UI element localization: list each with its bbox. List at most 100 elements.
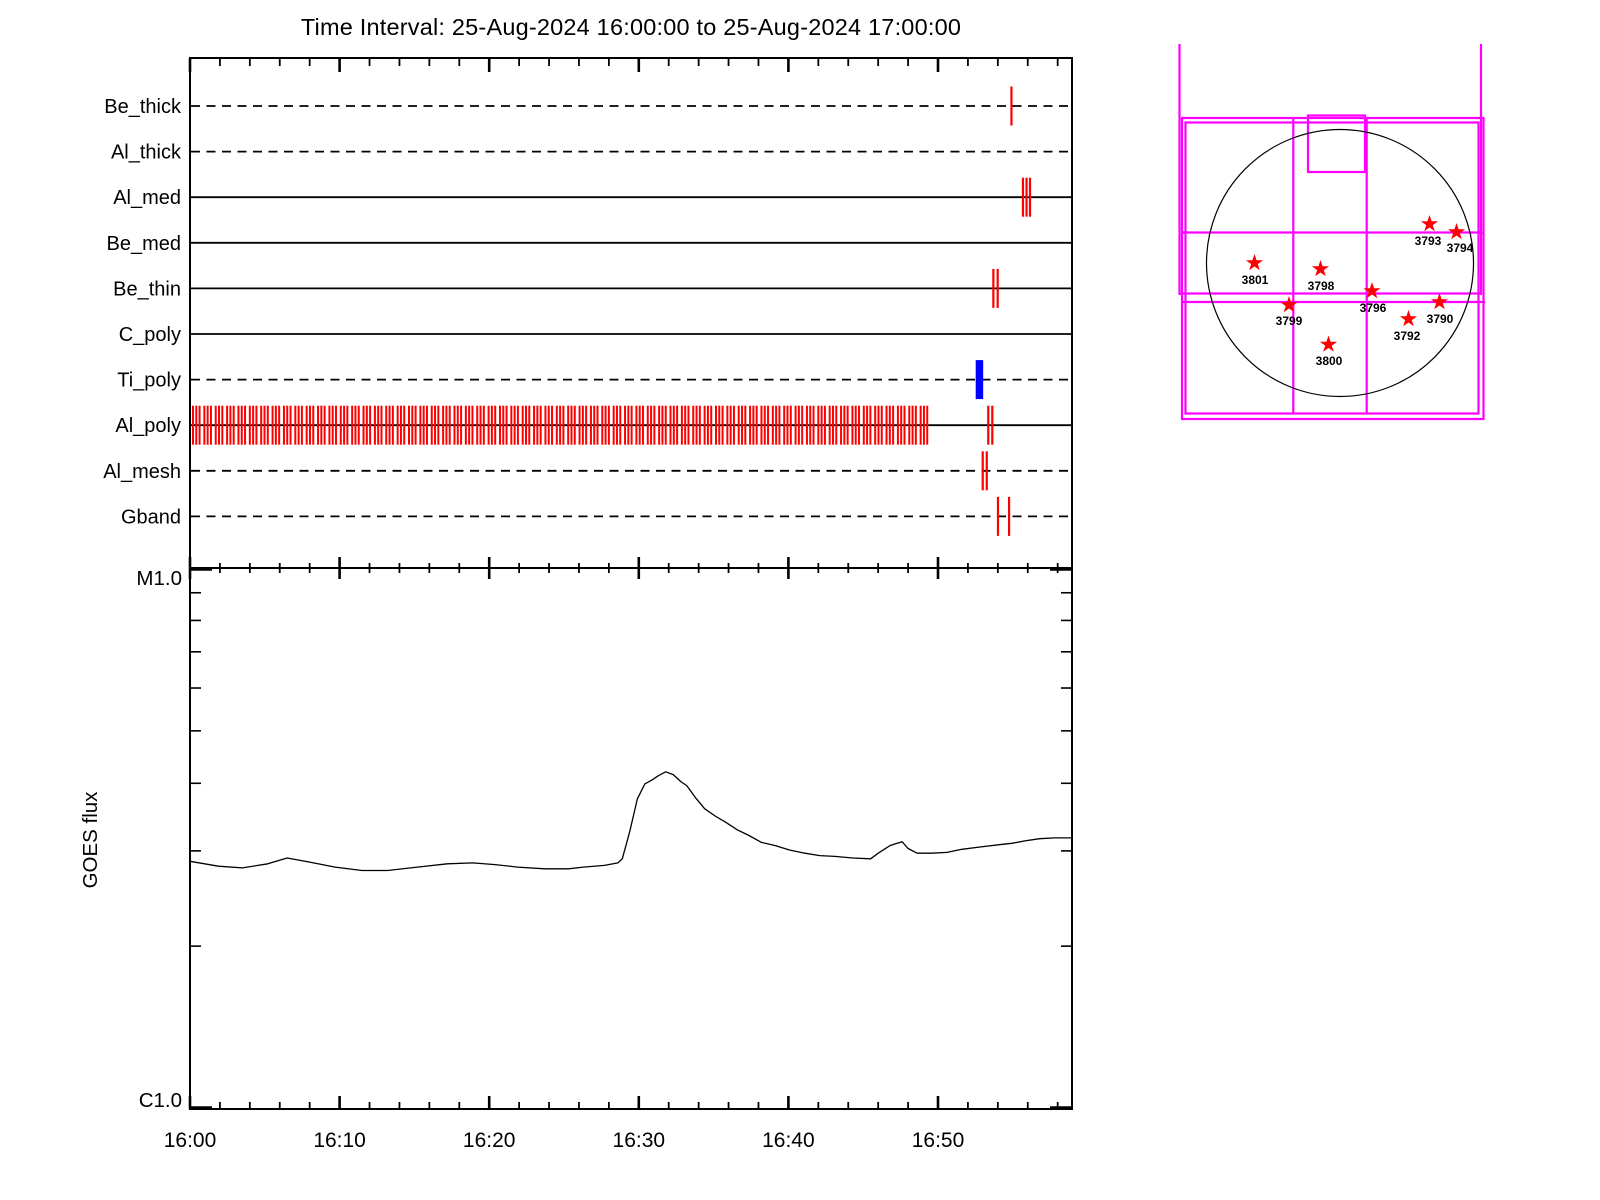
exposure-tick <box>206 405 209 445</box>
exposure-tick <box>596 405 599 445</box>
exposure-tick <box>391 405 394 445</box>
exposure-tick <box>445 405 448 445</box>
exposure-tick <box>669 405 672 445</box>
exposure-tick <box>354 405 357 445</box>
exposure-tick <box>658 405 661 445</box>
exposure-tick <box>698 405 701 445</box>
plot-canvas: Be_thick Al_thick Al_med Be_med Be_thin C_pol… <box>79 44 1485 1152</box>
exposure-tick <box>430 405 433 445</box>
exposure-tick <box>615 405 618 445</box>
exposure-tick <box>578 405 581 445</box>
exposure-tick <box>195 405 198 445</box>
exposure-tick <box>357 405 360 445</box>
active-region-label: 3792 <box>1394 329 1421 343</box>
exposure-tick <box>767 405 770 445</box>
exposure-tick <box>828 405 831 445</box>
exposure-tick <box>339 405 342 445</box>
fov-box <box>1180 116 1485 421</box>
active-region-label: 3790 <box>1427 312 1454 326</box>
exposure-tick <box>464 405 467 445</box>
exposure-tick <box>191 405 194 445</box>
exposure-tick <box>831 405 834 445</box>
exposure-tick <box>505 405 508 445</box>
exposure-tick <box>362 405 365 445</box>
exposure-tick <box>703 405 706 445</box>
exposure-tick <box>555 405 558 445</box>
exposure-tick <box>434 405 437 445</box>
exposure-tick <box>403 405 406 445</box>
exposure-tick <box>624 405 627 445</box>
exposure-tick <box>817 405 820 445</box>
exposure-tick <box>778 405 781 445</box>
exposure-tick <box>630 405 633 445</box>
exposure-tick <box>820 405 823 445</box>
exposure-tick <box>877 405 880 445</box>
exposure-tick <box>214 405 217 445</box>
exposure-tick <box>516 405 519 445</box>
exposure-tick <box>521 405 524 445</box>
exposure-tick <box>991 405 994 445</box>
exposure-tick <box>547 405 550 445</box>
exposure-tick <box>589 405 592 445</box>
x-axis-label: 16:10 <box>313 1129 366 1152</box>
exposure-tick <box>635 405 638 445</box>
exposure-tick <box>468 405 471 445</box>
exposure-tick <box>752 405 755 445</box>
exposure-tick <box>749 405 752 445</box>
exposure-tick <box>914 405 917 445</box>
exposure-tick <box>248 405 251 445</box>
exposure-tick <box>718 405 721 445</box>
exposure-tick <box>612 405 615 445</box>
exposure-tick <box>448 405 451 445</box>
exposure-tick <box>664 405 667 445</box>
exposure-tick <box>741 405 744 445</box>
exposure-tick <box>908 405 911 445</box>
active-region-star <box>1245 254 1264 271</box>
exposure-tick <box>282 405 285 445</box>
exposure-tick <box>317 405 320 445</box>
exposure-tick <box>425 405 428 445</box>
exposure-tick <box>607 405 610 445</box>
filter-row-label: Gband <box>121 506 181 528</box>
exposure-tick <box>714 405 717 445</box>
exposure-tick <box>308 405 311 445</box>
exposure-tick <box>408 405 411 445</box>
exposure-tick <box>919 405 922 445</box>
exposure-tick <box>695 405 698 445</box>
exposure-tick <box>721 405 724 445</box>
exposure-tick <box>252 405 255 445</box>
exposure-tick <box>244 405 247 445</box>
exposure-tick <box>559 405 562 445</box>
exposure-tick <box>650 405 653 445</box>
filter-row-label: Al_poly <box>115 415 181 437</box>
exposure-tick <box>763 405 766 445</box>
exposure-tick <box>789 405 792 445</box>
exposure-tick <box>460 405 463 445</box>
exposure-tick <box>692 405 695 445</box>
exposure-tick <box>255 405 258 445</box>
exposure-tick <box>294 405 297 445</box>
exposure-tick <box>880 405 883 445</box>
exposure-tick <box>494 405 497 445</box>
exposure-tick <box>476 405 479 445</box>
exposure-tick <box>562 405 565 445</box>
exposure-tick <box>710 405 713 445</box>
y-axis-title: GOES flux <box>79 791 102 889</box>
active-region-label: 3798 <box>1308 279 1335 293</box>
exposure-tick <box>226 405 229 445</box>
exposure-tick <box>661 405 664 445</box>
exposure-tick <box>1028 177 1032 217</box>
active-region-star <box>1319 335 1338 352</box>
exposure-tick <box>399 405 402 445</box>
exposure-tick <box>218 405 221 445</box>
exposure-tick <box>744 405 747 445</box>
exposure-tick <box>775 405 778 445</box>
exposure-tick <box>896 405 899 445</box>
active-region-label: 3799 <box>1276 314 1303 328</box>
exposure-tick <box>786 405 789 445</box>
exposure-tick <box>544 405 547 445</box>
exposure-tick <box>260 405 263 445</box>
exposure-tick <box>297 405 300 445</box>
exposure-tick <box>237 405 240 445</box>
exposure-tick <box>601 405 604 445</box>
